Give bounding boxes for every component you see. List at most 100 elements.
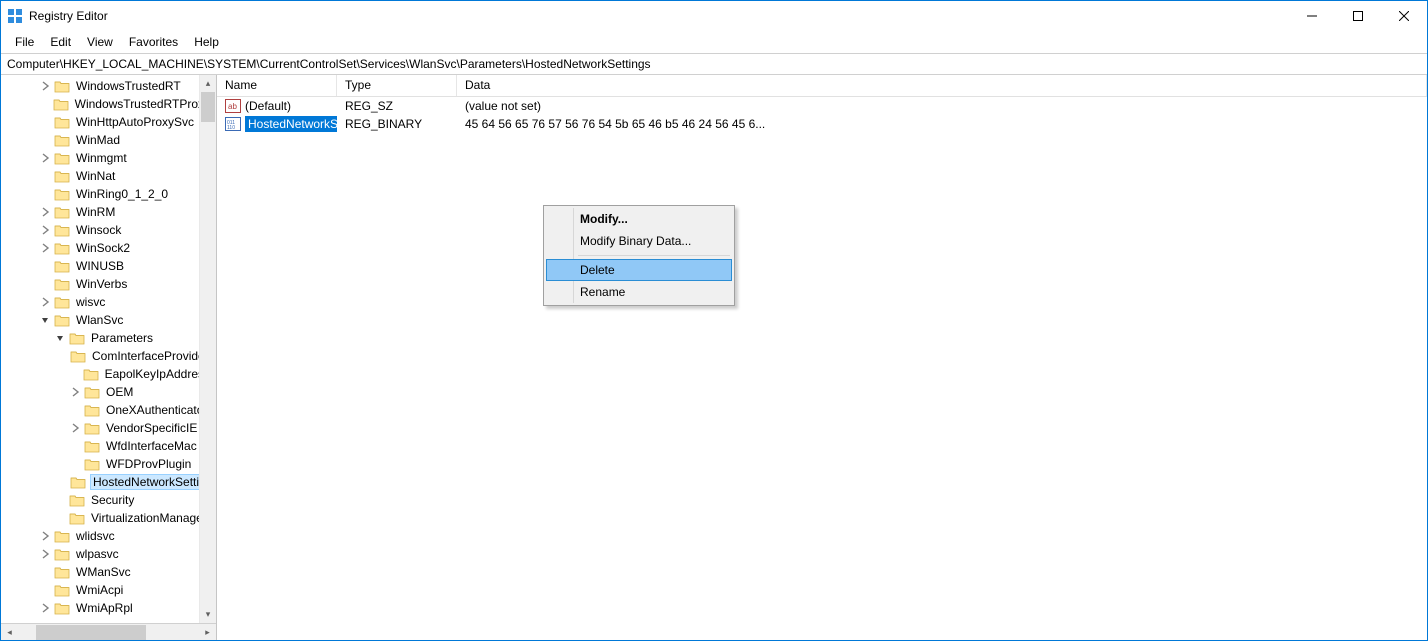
- ctx-modify-binary[interactable]: Modify Binary Data...: [546, 230, 732, 252]
- chevron-right-icon[interactable]: [40, 153, 54, 163]
- folder-icon: [69, 331, 85, 345]
- folder-icon: [54, 169, 70, 183]
- close-button[interactable]: [1381, 1, 1427, 31]
- tree-item[interactable]: WinRM: [1, 203, 216, 221]
- chevron-right-icon[interactable]: [40, 207, 54, 217]
- folder-icon: [54, 115, 70, 129]
- tree-item-label: WlanSvc: [74, 313, 125, 327]
- scroll-v-thumb[interactable]: [201, 92, 215, 122]
- menu-view[interactable]: View: [79, 33, 121, 51]
- tree-item[interactable]: WinSock2: [1, 239, 216, 257]
- window-title: Registry Editor: [29, 9, 108, 23]
- column-header-type[interactable]: Type: [337, 75, 457, 96]
- tree-item-label: EapolKeyIpAddress: [103, 367, 212, 381]
- list-row[interactable]: ab(Default)REG_SZ(value not set): [217, 97, 1427, 115]
- tree-item[interactable]: WinMad: [1, 131, 216, 149]
- scroll-h-thumb[interactable]: [36, 625, 146, 640]
- tree-item[interactable]: Security: [1, 491, 216, 509]
- chevron-right-icon[interactable]: [40, 225, 54, 235]
- chevron-down-icon[interactable]: [55, 333, 69, 343]
- tree-vertical-scrollbar[interactable]: ▴ ▾: [199, 75, 216, 623]
- folder-icon: [54, 133, 70, 147]
- tree-item[interactable]: WinVerbs: [1, 275, 216, 293]
- folder-icon: [54, 277, 70, 291]
- menu-help[interactable]: Help: [186, 33, 227, 51]
- maximize-button[interactable]: [1335, 1, 1381, 31]
- tree-scroll: WindowsTrustedRT WindowsTrustedRTProxy Win…: [1, 75, 216, 623]
- tree-item[interactable]: WinHttpAutoProxySvc: [1, 113, 216, 131]
- folder-icon: [54, 601, 70, 615]
- chevron-right-icon[interactable]: [40, 81, 54, 91]
- tree-item[interactable]: HostedNetworkSettings: [1, 473, 216, 491]
- menu-file[interactable]: File: [7, 33, 42, 51]
- tree-item[interactable]: WlanSvc: [1, 311, 216, 329]
- tree-item-label: OneXAuthenticator: [104, 403, 209, 417]
- tree-item[interactable]: wisvc: [1, 293, 216, 311]
- minimize-button[interactable]: [1289, 1, 1335, 31]
- tree-item[interactable]: WindowsTrustedRT: [1, 77, 216, 95]
- folder-icon: [54, 547, 70, 561]
- scroll-up-button[interactable]: ▴: [200, 75, 216, 92]
- tree-item[interactable]: Parameters: [1, 329, 216, 347]
- tree-item-label: Winmgmt: [74, 151, 129, 165]
- tree-item-label: Winsock: [74, 223, 123, 237]
- menu-favorites[interactable]: Favorites: [121, 33, 186, 51]
- scroll-left-button[interactable]: ◂: [1, 624, 18, 641]
- tree-horizontal-scrollbar[interactable]: ◂ ▸: [1, 623, 216, 640]
- value-type: REG_BINARY: [337, 117, 457, 131]
- folder-icon: [54, 205, 70, 219]
- address-bar[interactable]: Computer\HKEY_LOCAL_MACHINE\SYSTEM\Curre…: [1, 53, 1427, 75]
- tree-item-label: WFDProvPlugin: [104, 457, 193, 471]
- chevron-right-icon[interactable]: [40, 531, 54, 541]
- ctx-modify[interactable]: Modify...: [546, 208, 732, 230]
- tree-item[interactable]: WinNat: [1, 167, 216, 185]
- list-pane: Name Type Data ab(Default)REG_SZ(value n…: [217, 75, 1427, 640]
- tree-item[interactable]: WinRing0_1_2_0: [1, 185, 216, 203]
- list-header: Name Type Data: [217, 75, 1427, 97]
- chevron-right-icon[interactable]: [70, 387, 84, 397]
- folder-icon: [54, 583, 70, 597]
- list-row[interactable]: 011110HostedNetworkSettingsREG_BINARY45 …: [217, 115, 1427, 133]
- value-name: (Default): [245, 99, 291, 113]
- tree-item[interactable]: WManSvc: [1, 563, 216, 581]
- column-header-data[interactable]: Data: [457, 75, 1427, 96]
- tree-item[interactable]: OEM: [1, 383, 216, 401]
- tree-item[interactable]: OneXAuthenticator: [1, 401, 216, 419]
- tree-item[interactable]: WmiApRpl: [1, 599, 216, 617]
- chevron-right-icon[interactable]: [40, 603, 54, 613]
- tree-item[interactable]: VirtualizationManager: [1, 509, 216, 527]
- tree-item[interactable]: Winsock: [1, 221, 216, 239]
- tree-item[interactable]: ComInterfaceProviders: [1, 347, 216, 365]
- scroll-h-track[interactable]: [18, 624, 199, 641]
- chevron-right-icon[interactable]: [40, 297, 54, 307]
- folder-icon: [54, 79, 70, 93]
- tree-item[interactable]: WINUSB: [1, 257, 216, 275]
- tree-item-label: WindowsTrustedRTProxy: [73, 97, 212, 111]
- scroll-right-button[interactable]: ▸: [199, 624, 216, 641]
- scroll-v-track[interactable]: [200, 92, 216, 606]
- ctx-rename[interactable]: Rename: [546, 281, 732, 303]
- chevron-down-icon[interactable]: [40, 315, 54, 325]
- tree-item[interactable]: EapolKeyIpAddress: [1, 365, 216, 383]
- tree-item[interactable]: Winmgmt: [1, 149, 216, 167]
- column-header-name[interactable]: Name: [217, 75, 337, 96]
- chevron-right-icon[interactable]: [40, 549, 54, 559]
- tree-item[interactable]: wlpasvc: [1, 545, 216, 563]
- tree-item-label: wlpasvc: [74, 547, 121, 561]
- tree-item-label: Security: [89, 493, 136, 507]
- chevron-right-icon[interactable]: [40, 243, 54, 253]
- tree-item[interactable]: WFDProvPlugin: [1, 455, 216, 473]
- scroll-down-button[interactable]: ▾: [200, 606, 216, 623]
- tree-item[interactable]: WmiAcpi: [1, 581, 216, 599]
- value-data: 45 64 56 65 76 57 56 76 54 5b 65 46 b5 4…: [457, 117, 1427, 131]
- folder-icon: [84, 403, 100, 417]
- menu-edit[interactable]: Edit: [42, 33, 79, 51]
- tree-item[interactable]: WindowsTrustedRTProxy: [1, 95, 216, 113]
- chevron-right-icon[interactable]: [70, 423, 84, 433]
- ctx-delete[interactable]: Delete: [546, 259, 732, 281]
- tree-item[interactable]: wlidsvc: [1, 527, 216, 545]
- context-menu: Modify... Modify Binary Data... Delete R…: [543, 205, 735, 306]
- tree-item[interactable]: VendorSpecificIE: [1, 419, 216, 437]
- tree-item-label: WinMad: [74, 133, 122, 147]
- tree-item[interactable]: WfdInterfaceMac: [1, 437, 216, 455]
